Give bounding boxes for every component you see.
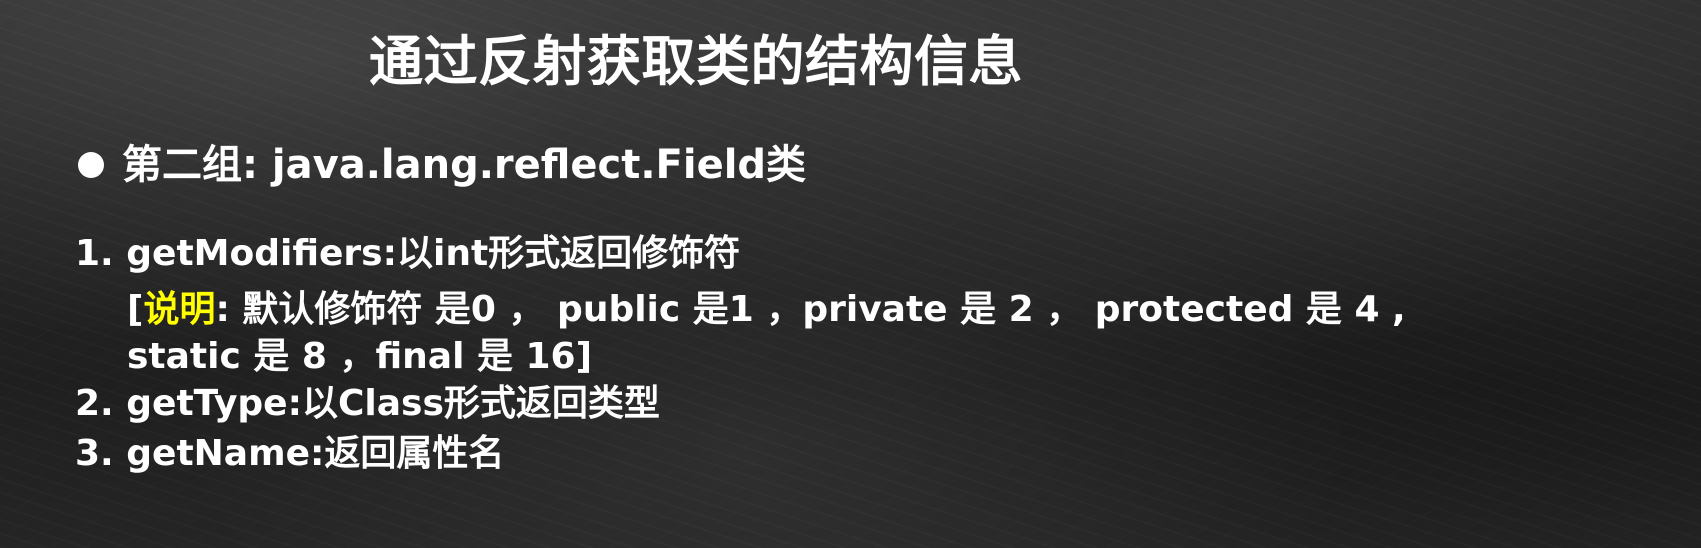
note-prefix: [ [127, 289, 144, 330]
list-item: 1. getModifiers:以int形式返回修饰符 [75, 233, 741, 274]
list-item: 2. getType:以Class形式返回类型 [75, 383, 660, 424]
bullet-heading: 第二组: java.lang.reflect.Field类 [78, 145, 806, 185]
list-item-note-continuation: static 是 8 ，final 是 16] [127, 336, 593, 377]
slide-canvas: 通过反射获取类的结构信息 第二组: java.lang.reflect.Fiel… [0, 0, 1701, 548]
note-suffix: : 默认修饰符 是0 ， public 是1 ，private 是 2 ， pr… [215, 289, 1406, 330]
note-highlight: 说明 [143, 289, 216, 330]
bullet-icon [78, 152, 104, 178]
bullet-text: 第二组: java.lang.reflect.Field类 [122, 142, 807, 188]
list-item-note: [说明: 默认修饰符 是0 ， public 是1 ，private 是 2 ，… [127, 292, 1406, 328]
list-item: 3. getName:返回属性名 [75, 433, 505, 474]
slide-title: 通过反射获取类的结构信息 [369, 30, 1023, 93]
